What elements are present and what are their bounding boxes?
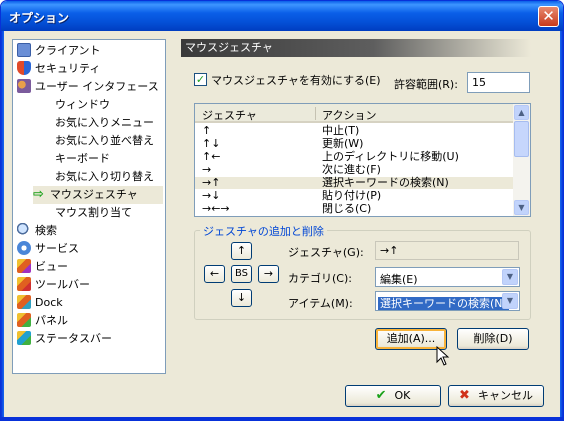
monitor-icon (17, 43, 31, 57)
backspace-button[interactable]: BS (231, 265, 252, 283)
cube-icon (17, 277, 31, 291)
group-title: ジェスチャの追加と削除 (200, 223, 327, 239)
users-icon (17, 79, 31, 93)
list-item[interactable]: ↑ 中止(T) (195, 125, 513, 137)
gesture-list[interactable]: ジェスチャ アクション ↑ 中止(T) ↑↓ 更新(W) ↑← 上のディレクトリに移動… (194, 103, 531, 217)
pane-header: マウスジェスチャ (181, 39, 531, 57)
range-label: 許容範囲(R): (394, 78, 458, 91)
chevron-down-icon[interactable]: ▼ (502, 269, 518, 285)
check-icon: ✔ (375, 388, 387, 403)
item-value: 選択キーワードの検索(N) (378, 297, 509, 310)
category-tree[interactable]: クライアント セキュリティ ユーザー インタフェース ウィンドウ お気に入りメニ… (12, 39, 166, 374)
tree-item-statusbar[interactable]: ステータスバー (17, 330, 112, 348)
cube-icon (17, 331, 31, 345)
list-header: ジェスチャ アクション (195, 104, 513, 123)
gesture-field: →↑ (375, 241, 519, 260)
window-title: オプション (9, 11, 70, 25)
tree-item-service[interactable]: サービス (17, 240, 79, 258)
scroll-down-button[interactable]: ▼ (514, 200, 529, 215)
tree-item-mouse-gesture[interactable]: ⇨ マウスジェスチャ (33, 186, 163, 204)
item-select[interactable]: 選択キーワードの検索(N) ▼ (375, 291, 520, 311)
enable-gesture-checkbox[interactable]: ✓ (194, 73, 207, 86)
list-item[interactable]: ↑← 上のディレクトリに移動(U) (195, 151, 513, 163)
category-field-label: カテゴリ(C): (288, 272, 352, 285)
tree-item-client[interactable]: クライアント (17, 42, 101, 60)
tree-item-keyboard[interactable]: キーボード (55, 150, 110, 168)
category-select[interactable]: 編集(E) ▼ (375, 267, 520, 287)
arrow-down-button[interactable]: ↓ (231, 289, 252, 307)
arrow-left-button[interactable]: ← (204, 265, 225, 283)
list-scrollbar[interactable]: ▲ ▼ (513, 104, 530, 216)
column-separator[interactable] (315, 107, 316, 120)
range-input[interactable]: 15 (467, 72, 530, 93)
tree-item-mouse-assign[interactable]: マウス割り当て (55, 204, 132, 222)
tree-item-panel[interactable]: パネル (17, 312, 68, 330)
tree-item-search[interactable]: 検索 (17, 222, 57, 240)
list-item[interactable]: →↓ 貼り付け(P) (195, 190, 513, 202)
delete-button[interactable]: 削除(D) (457, 328, 529, 350)
cube-icon (17, 295, 31, 309)
list-item[interactable]: → 次に進む(F) (195, 164, 513, 176)
cube-icon (17, 313, 31, 327)
tree-item-toolbar[interactable]: ツールバー (17, 276, 90, 294)
options-dialog: オプション ✕ クライアント セキュリティ ユーザー インタフェース ウィンドウ… (0, 0, 564, 421)
cube-icon (17, 259, 31, 273)
list-item-selected[interactable]: →↑ 選択キーワードの検索(N) (195, 177, 513, 189)
list-item[interactable]: ↑↓ 更新(W) (195, 138, 513, 150)
search-icon (17, 223, 31, 237)
window-border-right (560, 31, 563, 420)
tree-item-favorites-toggle[interactable]: お気に入り切り替え (55, 168, 154, 186)
column-action[interactable]: アクション (322, 107, 376, 123)
arrow-right-button[interactable]: → (258, 265, 279, 283)
tree-item-favorites-menu[interactable]: お気に入りメニュー (55, 114, 154, 132)
arrow-up-button[interactable]: ↑ (231, 242, 252, 260)
gear-icon (17, 241, 31, 255)
enable-gesture-label[interactable]: マウスジェスチャを有効にする(E) (211, 72, 381, 88)
title-bar[interactable]: オプション ✕ (1, 1, 563, 31)
tree-item-dock[interactable]: Dock (17, 294, 63, 312)
gesture-field-label: ジェスチャ(G): (288, 246, 364, 259)
column-gesture[interactable]: ジェスチャ (202, 107, 257, 123)
scroll-up-button[interactable]: ▲ (514, 105, 529, 120)
tree-item-security[interactable]: セキュリティ (17, 60, 100, 78)
tree-item-user-interface[interactable]: ユーザー インタフェース (17, 78, 159, 96)
item-field-label: アイテム(M): (288, 297, 353, 310)
ok-button[interactable]: ✔ OK (345, 385, 441, 407)
tree-item-view[interactable]: ビュー (17, 258, 68, 276)
close-button[interactable]: ✕ (538, 6, 559, 27)
cancel-button[interactable]: ✖ キャンセル (448, 385, 544, 407)
chevron-down-icon[interactable]: ▼ (502, 293, 518, 309)
tree-item-favorites-sort[interactable]: お気に入り並べ替え (55, 132, 154, 150)
mouse-cursor-icon (436, 346, 450, 366)
category-value: 編集(E) (380, 273, 418, 286)
shield-icon (17, 61, 31, 75)
window-border-bottom (1, 417, 563, 420)
scroll-thumb[interactable] (514, 121, 529, 157)
window-border-left (1, 31, 4, 420)
cancel-icon: ✖ (459, 388, 470, 403)
selected-arrow-icon: ⇨ (33, 187, 44, 202)
list-item[interactable]: →←→ 閉じる(C) (195, 203, 513, 215)
tree-item-window[interactable]: ウィンドウ (55, 96, 110, 114)
